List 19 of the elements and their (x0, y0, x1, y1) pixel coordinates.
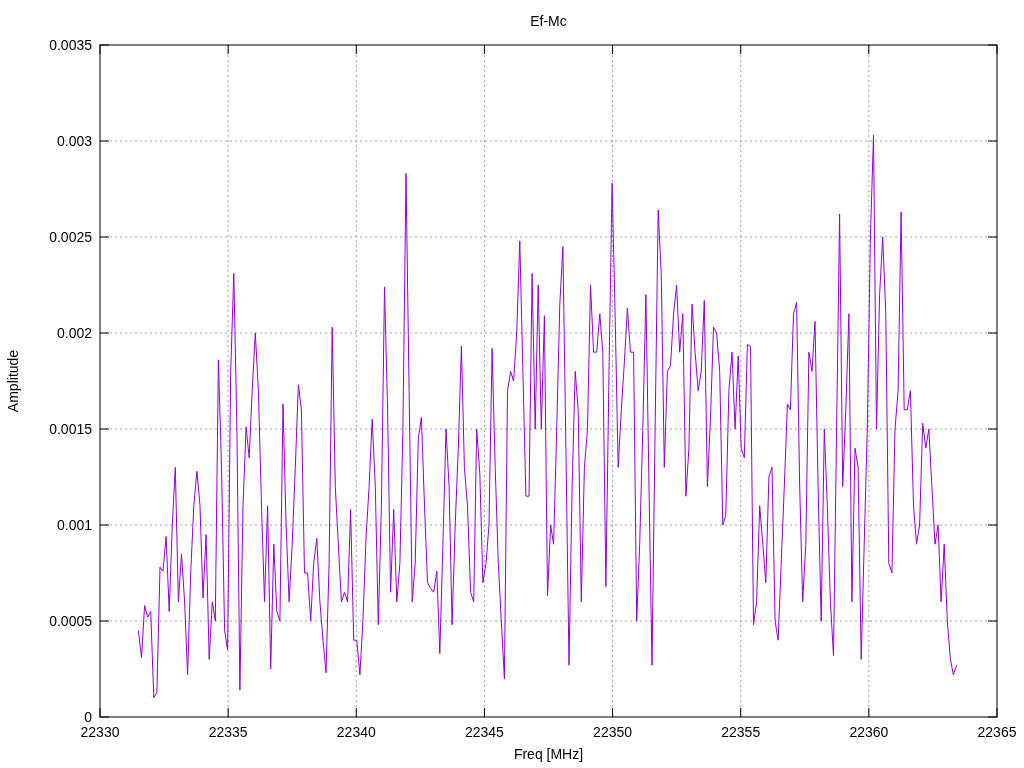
x-tick-label: 22340 (336, 724, 376, 740)
x-tick-label: 22360 (849, 724, 889, 740)
chart-title: Ef-Mc (530, 13, 567, 29)
x-axis-label: Freq [MHz] (513, 746, 584, 762)
x-tick-label: 22355 (721, 724, 761, 740)
x-tick-label: 22330 (80, 724, 120, 740)
y-tick-label: 0.001 (56, 517, 92, 533)
y-tick-label: 0.003 (56, 133, 92, 149)
x-tick-label: 22350 (593, 724, 633, 740)
y-tick-label: 0 (84, 709, 92, 725)
x-tick-label: 22345 (464, 724, 504, 740)
x-tick-label: 22335 (208, 724, 248, 740)
y-tick-label: 0.0005 (49, 613, 92, 629)
y-tick-label: 0.002 (56, 325, 92, 341)
y-tick-label: 0.0025 (49, 229, 92, 245)
x-tick-label: 22365 (977, 724, 1017, 740)
y-tick-label: 0.0015 (49, 421, 92, 437)
y-axis-label: Amplitude (5, 349, 21, 413)
y-tick-label: 0.0035 (49, 37, 92, 53)
